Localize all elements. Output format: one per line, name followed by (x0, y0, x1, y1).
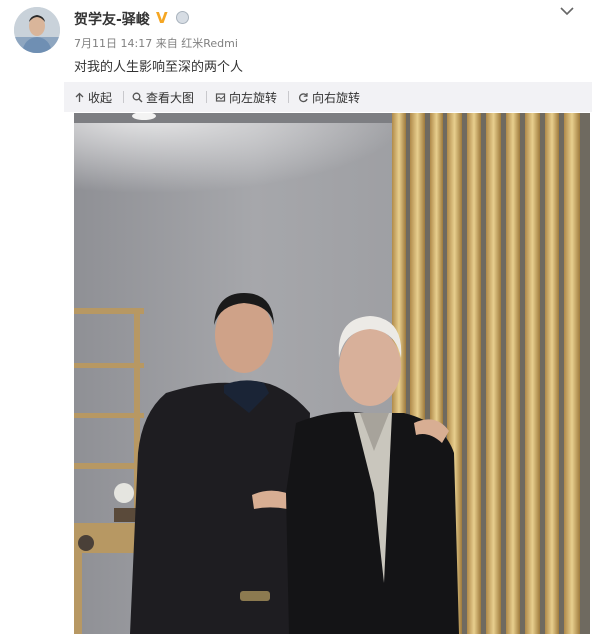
verified-badge-icon: V (156, 9, 168, 27)
rotate-left-label: 向左旋转 (229, 91, 278, 105)
toolbar-divider (206, 91, 207, 103)
view-large-label: 查看大图 (146, 91, 195, 105)
toolbar-divider (288, 91, 289, 103)
post-photo[interactable] (74, 113, 590, 634)
post-source[interactable]: 红米Redmi (181, 37, 238, 50)
rotate-right-icon (299, 93, 308, 103)
username[interactable]: 贺学友-驿峻 (74, 9, 150, 29)
rotate-right-button[interactable]: 向右旋转 (298, 89, 360, 106)
post-date[interactable]: 7月11日 14:17 (74, 37, 152, 50)
view-large-button[interactable]: 查看大图 (132, 89, 194, 106)
rotate-left-button[interactable]: 向左旋转 (215, 89, 277, 106)
post-meta: 7月11日 14:17 来自 红米Redmi (74, 35, 238, 51)
collapse-up-icon (75, 92, 84, 102)
image-toolbar: 收起 查看大图 向左旋转 向右旋转 (64, 82, 592, 112)
zoom-icon (132, 92, 143, 103)
collapse-button[interactable]: 收起 (74, 89, 112, 106)
toolbar-divider (123, 91, 124, 103)
post-text: 对我的人生影响至深的两个人 (74, 60, 244, 75)
medal-icon[interactable] (176, 11, 189, 24)
rotate-right-label: 向右旋转 (312, 91, 361, 105)
avatar[interactable] (14, 7, 60, 53)
chevron-down-icon[interactable] (560, 6, 574, 16)
collapse-label: 收起 (88, 91, 113, 105)
rotate-left-icon (215, 93, 226, 102)
source-prefix: 来自 (155, 37, 178, 50)
